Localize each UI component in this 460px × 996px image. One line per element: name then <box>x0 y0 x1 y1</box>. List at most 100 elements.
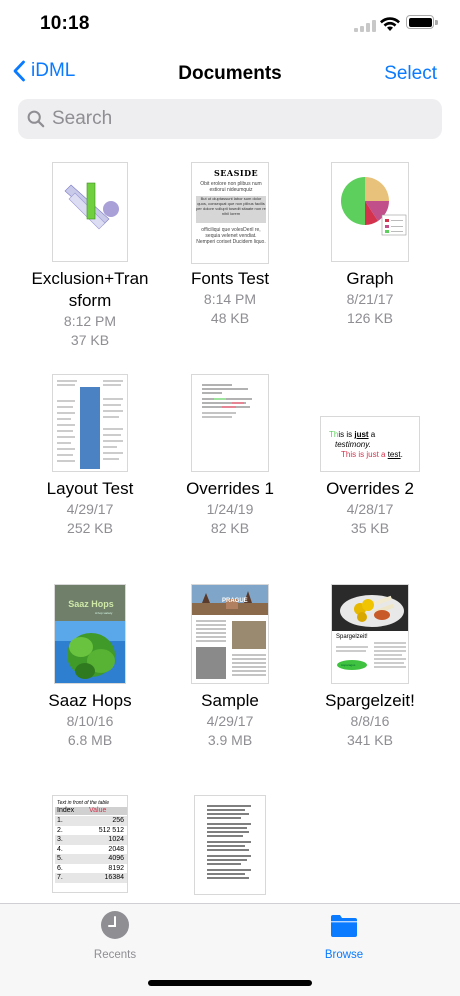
tab-browse-label: Browse <box>324 949 364 961</box>
file-tile[interactable]: Exclusion+Tran sform 8:12 PM 37 KB <box>15 150 165 350</box>
file-tile[interactable]: This is just a testimony. This is just a… <box>295 362 445 552</box>
thumb-table-header: Index <box>57 807 75 814</box>
file-thumbnail: PRAGUE <box>191 584 269 684</box>
folder-icon <box>331 915 357 937</box>
thumb-text: just <box>354 430 369 439</box>
search-bar[interactable] <box>18 99 442 139</box>
battery-icon <box>406 15 434 29</box>
file-name: Spargelzeit! <box>325 691 415 710</box>
file-date: 1/24/19 <box>206 501 254 517</box>
thumb-table-header: Value <box>89 807 107 814</box>
file-thumbnail <box>52 374 128 472</box>
file-name: Sample <box>201 691 259 710</box>
thumb-table-value: 1024 <box>108 836 124 843</box>
thumb-table-row: 4. 2048 <box>55 844 127 854</box>
thumb-paragraph: Obit erolore non plibus num estiorui nid… <box>200 181 262 193</box>
thumb-table-row: 3. 1024 <box>55 835 127 845</box>
thumb-table-row: 6. 8192 <box>55 863 127 873</box>
file-tile[interactable]: SEASIDE Obit erolore non plibus num esti… <box>155 150 305 350</box>
thumb-table-value: 2048 <box>108 845 124 853</box>
file-tile[interactable]: PRAGUE Sample 4/29/17 3.9 MB <box>155 572 305 762</box>
file-size: 341 KB <box>347 732 393 748</box>
thumb-text: testimony. <box>335 440 371 449</box>
thumb-table-value: 512 512 <box>98 826 124 834</box>
thumb-table-row: 5. 4096 <box>55 854 127 864</box>
file-date: 8/10/16 <box>66 713 114 729</box>
thumb-table-value: 256 <box>112 817 124 824</box>
thumb-table-index: 1. <box>57 817 63 824</box>
file-tile[interactable]: Layout Test 4/29/17 252 KB <box>15 362 165 552</box>
file-tile[interactable]: Graph 8/21/17 126 KB <box>295 150 445 350</box>
clock-icon <box>101 911 129 939</box>
file-size: 6.8 MB <box>67 732 113 748</box>
file-tile[interactable]: Overrides 1 1/24/19 82 KB <box>155 362 305 552</box>
file-name: Graph <box>346 269 394 288</box>
file-thumbnail: Saaz Hops A hop variety <box>54 584 126 684</box>
search-icon <box>27 110 45 128</box>
thumb-table-value: 4096 <box>108 855 124 862</box>
file-date: 4/29/17 <box>66 501 114 517</box>
file-name: Overrides 2 <box>326 479 414 498</box>
thumb-title: Spargelzeit! <box>336 634 368 640</box>
file-thumbnail <box>194 795 266 895</box>
thumb-table-index: 2. <box>57 826 63 834</box>
file-name: Exclusion+Tran sform <box>31 269 149 310</box>
file-date: 8/8/16 <box>350 713 390 729</box>
file-date: 8:12 PM <box>63 313 117 329</box>
tab-recents[interactable]: Recents <box>55 910 175 961</box>
thumb-title: Saaz Hops <box>68 599 114 609</box>
file-name: Overrides 1 <box>186 479 274 498</box>
thumb-badge: Asparagus <box>341 663 356 667</box>
thumb-text: Th <box>329 430 339 439</box>
thumb-table-row: 2. 512 512 <box>55 825 127 835</box>
file-date: 8:14 PM <box>203 291 257 307</box>
file-size: 48 KB <box>210 310 250 326</box>
thumb-paragraph: officiliqui que volesDeril re, sequia ve… <box>196 227 266 245</box>
home-indicator <box>148 980 312 986</box>
file-size: 82 KB <box>210 520 250 536</box>
thumb-table-index: 4. <box>57 845 63 853</box>
file-date: 4/28/17 <box>346 501 394 517</box>
file-name: Layout Test <box>46 479 134 498</box>
thumb-text: . <box>400 450 403 459</box>
file-size: 126 KB <box>347 310 393 326</box>
status-time: 10:18 <box>40 13 90 34</box>
thumb-table-row: 1. 256 <box>55 816 127 826</box>
thumb-text: test <box>387 450 401 459</box>
search-input[interactable] <box>52 108 412 130</box>
battery-tip <box>435 19 438 25</box>
file-thumbnail: This is just a testimony. This is just a… <box>320 416 420 472</box>
file-date: 4/29/17 <box>206 713 254 729</box>
tab-browse[interactable]: Browse <box>284 910 404 961</box>
thumb-table-index: 6. <box>57 864 63 872</box>
thumb-table: 1. 256 2. 512 512 3. 1024 4. 2048 5. 4096 6. 8192 7.… <box>55 816 127 883</box>
file-thumbnail <box>52 162 128 262</box>
thumb-title: SEASIDE <box>214 168 259 178</box>
file-tile[interactable]: Text in front of the table Index Value 1… <box>15 783 165 903</box>
file-tile[interactable] <box>155 783 305 903</box>
navigation-bar: iDML Documents Select <box>0 52 460 96</box>
file-thumbnail: SEASIDE Obit erolore non plibus num esti… <box>191 162 269 264</box>
file-thumbnail <box>191 374 269 472</box>
file-thumbnail: Spargelzeit! Asparagus <box>331 584 409 684</box>
file-name: Fonts Test <box>190 269 270 288</box>
select-button[interactable]: Select <box>384 63 437 85</box>
file-tile[interactable]: Spargelzeit! Asparagus Spargelzeit! 8/8/… <box>295 572 445 762</box>
file-name: Saaz Hops <box>48 691 132 710</box>
file-size: 37 KB <box>70 332 110 348</box>
wifi-icon <box>380 17 400 31</box>
thumb-caption: Text in front of the table <box>57 800 110 806</box>
thumb-table-row: 7. 16384 <box>55 873 127 883</box>
thumb-subtitle: A hop variety <box>95 611 113 615</box>
thumb-table-index: 3. <box>57 836 63 843</box>
cellular-signal-icon <box>354 20 376 32</box>
file-thumbnail <box>331 162 409 262</box>
thumb-table-index: 7. <box>57 874 63 881</box>
thumb-title: PRAGUE <box>222 598 248 604</box>
file-size: 252 KB <box>67 520 113 536</box>
status-bar: 10:18 <box>0 0 460 50</box>
file-date: 8/21/17 <box>346 291 394 307</box>
thumb-text: a <box>368 430 376 439</box>
thumb-text: This is just a <box>341 450 388 459</box>
file-tile[interactable]: Saaz Hops A hop variety Saaz Hops 8/10/1… <box>15 572 165 762</box>
